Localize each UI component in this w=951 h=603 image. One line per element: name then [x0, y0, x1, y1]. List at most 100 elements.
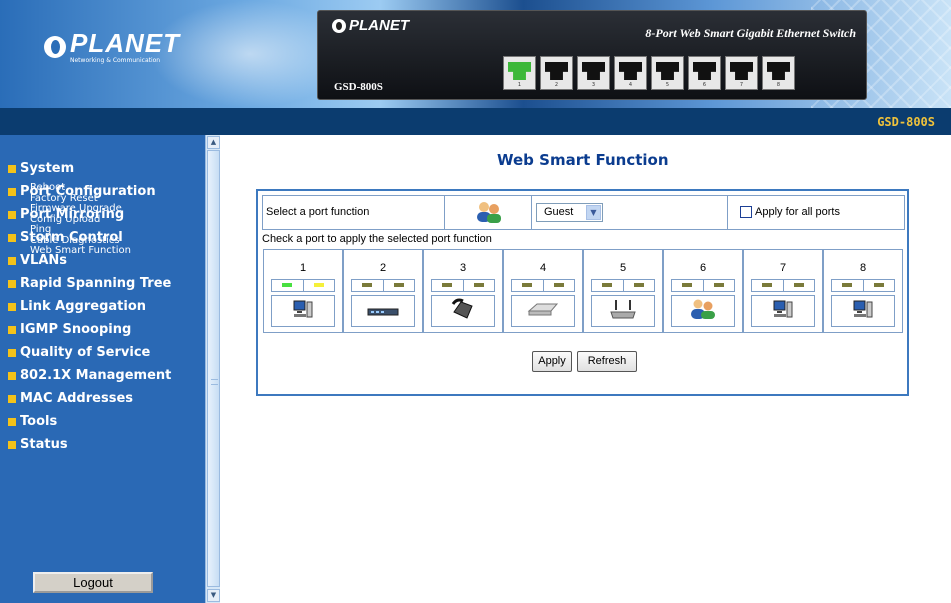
port-device-button[interactable]: [831, 295, 895, 327]
logo-name: PLANET: [70, 28, 180, 58]
port-leds: [351, 279, 415, 292]
activity-led-icon: [554, 283, 564, 287]
access-point-icon: [608, 298, 638, 324]
chevron-down-icon[interactable]: ▼: [586, 205, 601, 220]
port-number: 7: [779, 262, 787, 274]
rj45-port-6: 6: [688, 56, 721, 90]
tools-item-reboot[interactable]: Reboot: [30, 182, 131, 194]
activity-led-icon: [394, 283, 404, 287]
planet-logo: PLANET Networking & Communication: [44, 30, 180, 64]
bullet-icon: [8, 440, 16, 449]
tools-item-firmware-upgrade[interactable]: Firmware Upgrade: [30, 203, 131, 215]
port-device-button[interactable]: [511, 295, 575, 327]
model-label: GSD-800S: [877, 115, 935, 129]
tools-item-ping[interactable]: Ping: [30, 224, 131, 236]
function-icon-cell: [445, 196, 532, 229]
port-cell-8[interactable]: 8: [823, 249, 903, 333]
device-model: GSD-800S: [334, 81, 383, 93]
check-port-label: Check a port to apply the selected port …: [262, 233, 492, 245]
header-banner: PLANET Networking & Communication PLANET…: [0, 0, 951, 108]
sidebar-item-link-aggregation[interactable]: Link Aggregation: [8, 295, 171, 318]
port-leds: [591, 279, 655, 292]
port-number: 6: [699, 262, 707, 274]
device-logo-icon: [332, 18, 346, 33]
bullet-icon: [8, 302, 16, 311]
activity-led-icon: [794, 283, 804, 287]
port-device-button[interactable]: [751, 295, 815, 327]
link-led-icon: [282, 283, 292, 287]
port-leds: [831, 279, 895, 292]
apply-all-label: Apply for all ports: [755, 206, 840, 218]
tools-item-web-smart-function[interactable]: Web Smart Function: [30, 245, 131, 257]
logout-button[interactable]: Logout: [33, 572, 153, 593]
sidebar-item-system[interactable]: System: [8, 157, 171, 180]
sidebar-item-tools[interactable]: Tools: [8, 410, 171, 433]
port-device-button[interactable]: [431, 295, 495, 327]
scroll-down-icon[interactable]: ▼: [207, 589, 220, 602]
rj45-icon: [582, 62, 605, 80]
pc-icon: [852, 299, 874, 323]
link-led-icon: [762, 283, 772, 287]
sidebar-item-mac-addresses[interactable]: MAC Addresses: [8, 387, 171, 410]
port-cell-7[interactable]: 7: [743, 249, 823, 333]
function-select-cell: Guest ▼: [532, 196, 728, 229]
bullet-icon: [8, 279, 16, 288]
activity-led-icon: [634, 283, 644, 287]
port-cell-2[interactable]: 2: [343, 249, 423, 333]
port-device-button[interactable]: [671, 295, 735, 327]
sidebar-item-802-1x-management[interactable]: 802.1X Management: [8, 364, 171, 387]
port-grid: 1 2 3 4 5 6 7 8: [263, 249, 904, 333]
port-number: 5: [619, 262, 627, 274]
port-cell-3[interactable]: 3: [423, 249, 503, 333]
function-select[interactable]: Guest ▼: [536, 203, 603, 222]
link-led-icon: [522, 283, 532, 287]
rj45-icon: [545, 62, 568, 80]
bullet-icon: [8, 187, 16, 196]
apply-button[interactable]: Apply: [532, 351, 572, 372]
link-led-icon: [602, 283, 612, 287]
router-icon: [527, 300, 559, 322]
sidebar-item-igmp-snooping[interactable]: IGMP Snooping: [8, 318, 171, 341]
port-cell-6[interactable]: 6: [663, 249, 743, 333]
apply-all-checkbox[interactable]: [740, 206, 752, 218]
rj45-icon: [656, 62, 679, 80]
phone-icon: [451, 298, 475, 324]
port-device-button[interactable]: [271, 295, 335, 327]
port-cell-4[interactable]: 4: [503, 249, 583, 333]
rj45-port-4: 4: [614, 56, 647, 90]
sidebar-scrollbar[interactable]: ▲ ▼: [205, 135, 220, 603]
port-device-button[interactable]: [591, 295, 655, 327]
web-smart-panel: Select a port function Guest ▼ Apply for…: [256, 189, 909, 396]
port-cell-1[interactable]: 1: [263, 249, 343, 333]
scroll-up-icon[interactable]: ▲: [207, 136, 220, 149]
bullet-icon: [8, 210, 16, 219]
port-number: 3: [459, 262, 467, 274]
scroll-thumb[interactable]: [207, 150, 220, 587]
rj45-port-7: 7: [725, 56, 758, 90]
bullet-icon: [8, 256, 16, 265]
sidebar-item-quality-of-service[interactable]: Quality of Service: [8, 341, 171, 364]
rj45-icon: [619, 62, 642, 80]
rj45-port-8: 8: [762, 56, 795, 90]
header-navbar: GSD-800S: [0, 108, 951, 135]
sidebar-item-status[interactable]: Status: [8, 433, 171, 456]
function-row: Select a port function Guest ▼ Apply for…: [262, 195, 905, 230]
sidebar-item-rapid-spanning-tree[interactable]: Rapid Spanning Tree: [8, 272, 171, 295]
rj45-port-5: 5: [651, 56, 684, 90]
bullet-icon: [8, 371, 16, 380]
port-leds: [431, 279, 495, 292]
link-led-icon: [362, 283, 372, 287]
port-number: 8: [859, 262, 867, 274]
rj45-port-2: 2: [540, 56, 573, 90]
activity-led-icon: [314, 283, 324, 287]
bullet-icon: [8, 325, 16, 334]
rj45-icon: [767, 62, 790, 80]
bullet-icon: [8, 164, 16, 173]
port-leds: [511, 279, 575, 292]
port-cell-5[interactable]: 5: [583, 249, 663, 333]
port-number: 1: [299, 262, 307, 274]
refresh-button[interactable]: Refresh: [577, 351, 637, 372]
port-device-button[interactable]: [351, 295, 415, 327]
apply-all-cell: Apply for all ports: [728, 196, 904, 229]
port-leds: [271, 279, 335, 292]
